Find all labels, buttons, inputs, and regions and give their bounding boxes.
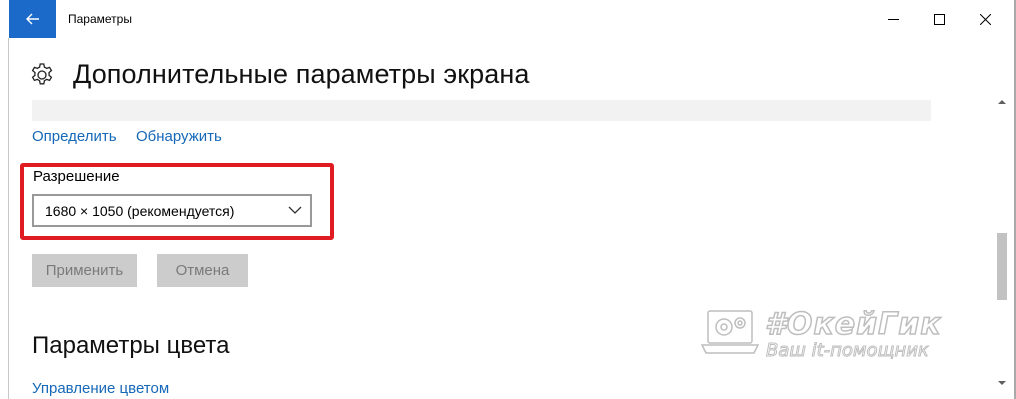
settings-window: Параметры Дополнительные параметры экран… — [0, 0, 1016, 399]
page-title: Дополнительные параметры экрана — [73, 59, 530, 89]
back-arrow-icon — [25, 13, 39, 25]
resolution-label: Разрешение — [33, 168, 120, 185]
identify-link[interactable]: Определить — [32, 128, 117, 145]
close-icon — [979, 13, 991, 25]
minimize-icon — [887, 18, 899, 20]
color-settings-title: Параметры цвета — [32, 332, 230, 359]
close-button[interactable] — [962, 0, 1008, 38]
resolution-selected-value: 1680 × 1050 (рекомендуется) — [45, 203, 235, 219]
title-bar: Параметры — [0, 0, 1016, 38]
apply-button[interactable]: Применить — [32, 254, 137, 287]
watermark-brand: #ОкейГик — [764, 306, 942, 343]
maximize-button[interactable] — [916, 0, 962, 38]
window-left-border — [8, 0, 9, 399]
resolution-dropdown[interactable]: 1680 × 1050 (рекомендуется) — [32, 194, 312, 227]
laptop-gear-icon — [700, 310, 760, 354]
watermark: #ОкейГик Ваш it-помощник — [700, 305, 960, 375]
scroll-down-icon[interactable] — [998, 379, 1006, 387]
watermark-tagline: Ваш it-помощник — [766, 340, 930, 362]
back-button[interactable] — [9, 0, 56, 38]
window-title: Параметры — [68, 12, 132, 26]
chevron-down-icon — [288, 206, 302, 214]
cancel-button[interactable]: Отмена — [157, 254, 248, 287]
maximize-icon — [933, 13, 945, 25]
detect-link[interactable]: Обнаружить — [136, 128, 222, 145]
gear-icon — [31, 63, 53, 85]
scroll-thumb[interactable] — [997, 233, 1007, 300]
display-preview-area — [32, 100, 931, 121]
color-management-link[interactable]: Управление цветом — [32, 380, 169, 397]
scroll-up-icon[interactable] — [998, 98, 1006, 106]
vertical-scrollbar[interactable] — [994, 96, 1010, 389]
minimize-button[interactable] — [870, 0, 916, 38]
